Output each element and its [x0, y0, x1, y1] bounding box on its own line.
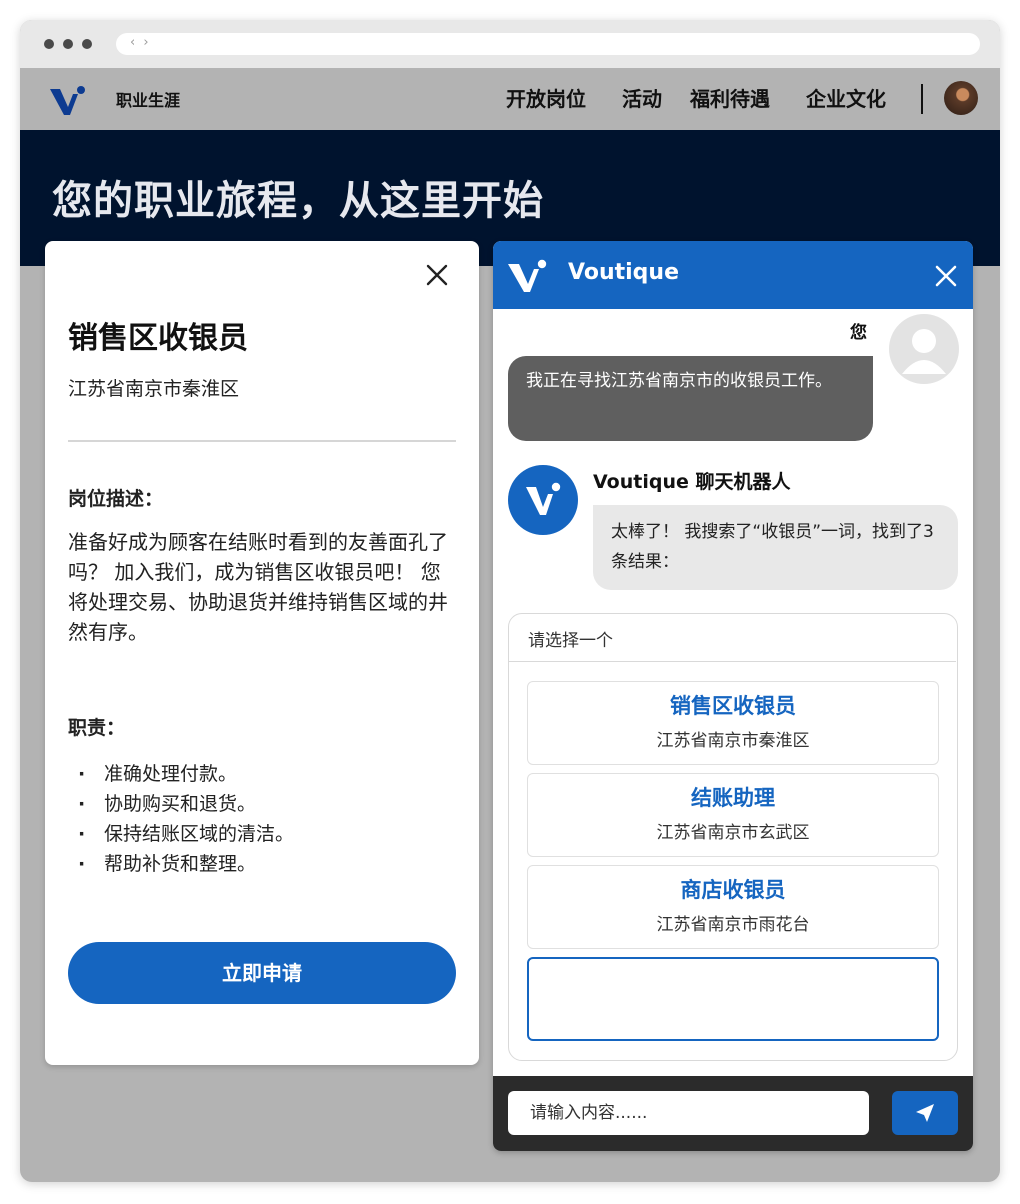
duty-item: 准确处理付款。: [68, 759, 294, 789]
nav-link-open-positions[interactable]: 开放岗位: [506, 83, 586, 112]
option-title: 销售区收银员: [670, 694, 796, 718]
logo-icon: [526, 482, 561, 515]
duty-item: 帮助补货和整理。: [68, 849, 294, 879]
chat-title: Voutique: [568, 260, 679, 285]
window-dot[interactable]: [82, 39, 92, 49]
nav-link-culture[interactable]: 企业文化: [806, 83, 886, 112]
job-option[interactable]: 销售区收银员 江苏省南京市秦淮区: [527, 681, 939, 765]
user-label: 您: [850, 323, 867, 343]
bot-avatar: [508, 465, 578, 535]
job-title: 销售区收银员: [68, 321, 248, 356]
back-forward-icon[interactable]: ‹ ›: [130, 35, 151, 50]
divider: [68, 440, 456, 442]
duty-item: 保持结账区域的清洁。: [68, 819, 294, 849]
message-input[interactable]: [508, 1091, 869, 1135]
window-dot[interactable]: [44, 39, 54, 49]
nav-link-benefits[interactable]: 福利待遇: [690, 83, 770, 112]
user-message: 我正在寻找江苏省南京市的收银员工作。: [508, 356, 873, 441]
logo-icon: [508, 259, 547, 292]
close-icon[interactable]: [934, 264, 958, 288]
bot-message: 太棒了！ 我搜索了“收银员”一词，找到了3条结果：: [593, 505, 958, 590]
nav-divider: [921, 84, 923, 114]
site-header: 职业生涯 开放岗位 活动 福利待遇 企业文化: [20, 68, 1000, 130]
duty-item: 协助购买和退货。: [68, 789, 294, 819]
profile-avatar[interactable]: [944, 81, 978, 115]
job-description: 准备好成为顾客在结账时看到的友善面孔了吗？ 加入我们，成为销售区收银员吧！ 您将…: [68, 530, 448, 644]
send-icon: [916, 1104, 934, 1122]
user-avatar-icon: [889, 314, 959, 384]
option-title: 结账助理: [691, 786, 775, 810]
option-title: 商店收银员: [680, 878, 786, 902]
option-location: 江苏省南京市玄武区: [656, 823, 810, 843]
hero-title: 您的职业旅程，从这里开始: [52, 178, 544, 224]
chatbot-panel: Voutique 您 我正在寻找江苏省南京市的收银员工作。 Voutique 聊…: [493, 241, 973, 1151]
logo-icon[interactable]: [48, 81, 88, 117]
send-button[interactable]: [892, 1091, 958, 1135]
option-location: 江苏省南京市雨花台: [656, 915, 810, 935]
chat-footer: [493, 1076, 973, 1151]
job-option[interactable]: 结账助理 江苏省南京市玄武区: [527, 773, 939, 857]
description-heading: 岗位描述：: [68, 488, 164, 510]
careers-label: 职业生涯: [116, 91, 181, 110]
browser-chrome: ‹ ›: [20, 20, 1000, 68]
duties-heading: 职责：: [68, 717, 126, 739]
job-location: 江苏省南京市秦淮区: [68, 378, 240, 400]
duties-list: 准确处理付款。 协助购买和退货。 保持结账区域的清洁。 帮助补货和整理。: [68, 759, 294, 879]
nav-link-events[interactable]: 活动: [622, 83, 662, 112]
job-option[interactable]: 商店收银员 江苏省南京市雨花台: [527, 865, 939, 949]
reply-textarea[interactable]: [527, 957, 939, 1041]
option-location: 江苏省南京市秦淮区: [656, 731, 810, 751]
chat-header: Voutique: [493, 241, 973, 309]
address-bar[interactable]: ‹ ›: [116, 33, 980, 55]
close-icon[interactable]: [425, 263, 449, 287]
job-detail-card: 销售区收银员 江苏省南京市秦淮区 岗位描述： 准备好成为顾客在结账时看到的友善面…: [45, 241, 479, 1065]
bot-name: Voutique 聊天机器人: [593, 471, 791, 493]
apply-button[interactable]: 立即申请: [68, 942, 456, 1004]
browser-window: ‹ › 职业生涯 开放岗位 活动 福利待遇 企业文化 您的职业旅程，从这里开始 …: [20, 20, 1000, 1182]
selector-header: 请选择一个: [509, 614, 956, 662]
select-prompt: 请选择一个: [528, 631, 613, 651]
option-selector: 请选择一个 销售区收银员 江苏省南京市秦淮区 结账助理 江苏省南京市玄武区 商店…: [508, 613, 958, 1061]
window-dot[interactable]: [63, 39, 73, 49]
